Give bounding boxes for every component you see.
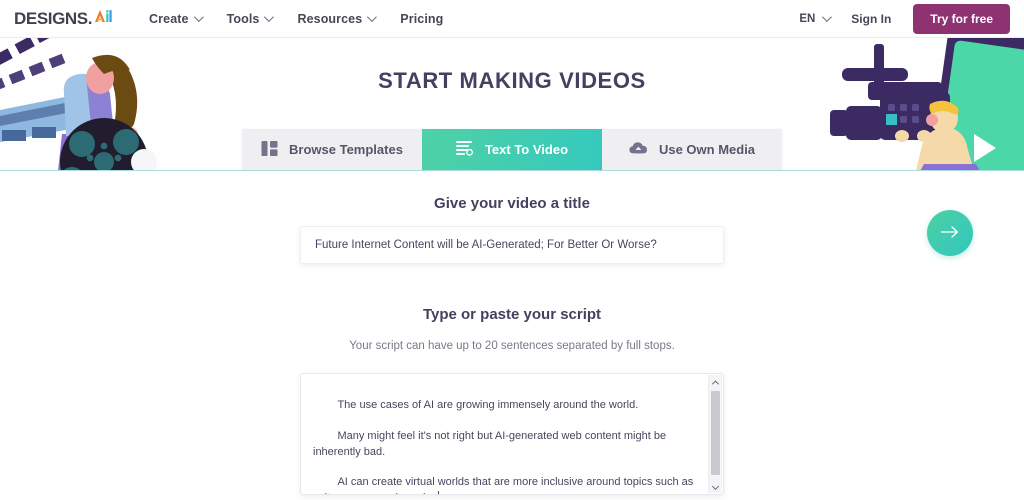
- script-line-3: AI can create virtual worlds that are mo…: [313, 476, 694, 494]
- nav-label-tools: Tools: [226, 11, 260, 26]
- tab-label-browse-templates: Browse Templates: [289, 142, 403, 157]
- video-title-field-wrap: [300, 226, 724, 264]
- tab-use-own-media[interactable]: Use Own Media: [602, 129, 782, 170]
- cloud-upload-icon: [629, 141, 648, 158]
- hero-illustration-right: [830, 38, 1024, 170]
- nav-item-tools[interactable]: Tools: [226, 11, 275, 26]
- page-title: START MAKING VIDEOS: [378, 68, 646, 93]
- nav-label-create: Create: [149, 11, 189, 26]
- chevron-down-icon: [193, 12, 204, 23]
- logo-text: DESIGNS.: [14, 9, 93, 28]
- video-title-input[interactable]: [300, 226, 724, 264]
- tab-text-to-video[interactable]: Text To Video: [422, 129, 602, 170]
- script-line-2: Many might feel it's not right but AI-ge…: [313, 430, 670, 458]
- tab-label-text-to-video: Text To Video: [484, 142, 569, 157]
- main-content: Give your video a title Type or paste yo…: [0, 195, 1024, 500]
- language-label: EN: [799, 12, 816, 25]
- logo-ai-mark: [93, 8, 113, 29]
- chevron-down-icon: [711, 482, 720, 490]
- script-text-content: The use cases of AI are growing immensel…: [313, 383, 699, 494]
- try-for-free-button[interactable]: Try for free: [913, 3, 1010, 34]
- hero-section: START MAKING VIDEOS Browse Templates Tex…: [0, 38, 1024, 171]
- chevron-up-icon: [711, 379, 720, 387]
- scrollbar-thumb[interactable]: [711, 391, 720, 475]
- script-helper-text: Your script can have up to 20 sentences …: [349, 340, 675, 352]
- site-header: DESIGNS. Create Tools Resources Pricing: [0, 0, 1024, 38]
- language-selector[interactable]: EN: [799, 12, 833, 25]
- main-nav: Create Tools Resources Pricing: [149, 12, 443, 26]
- tab-label-use-own-media: Use Own Media: [658, 142, 756, 157]
- text-lines-icon: [455, 140, 474, 159]
- video-title-heading: Give your video a title: [434, 195, 590, 212]
- arrow-right-icon: [940, 225, 960, 242]
- nav-item-pricing[interactable]: Pricing: [400, 12, 443, 26]
- chevron-down-icon: [822, 12, 833, 23]
- scroll-up-button[interactable]: [709, 375, 723, 389]
- scroll-down-button[interactable]: [709, 479, 723, 493]
- mode-tabs: Browse Templates Text To Video Use Own M…: [242, 129, 782, 170]
- script-heading: Type or paste your script: [422, 306, 602, 323]
- hero-illustration-left: [0, 38, 157, 170]
- next-step-button[interactable]: [927, 210, 973, 256]
- nav-item-resources[interactable]: Resources: [297, 11, 378, 26]
- script-field-wrap: The use cases of AI are growing immensel…: [300, 373, 724, 495]
- chevron-down-icon: [264, 12, 275, 23]
- nav-label-pricing: Pricing: [400, 11, 444, 26]
- script-line-1: The use cases of AI are growing immensel…: [337, 399, 639, 412]
- nav-label-resources: Resources: [297, 11, 363, 26]
- script-textarea[interactable]: The use cases of AI are growing immensel…: [300, 373, 724, 495]
- chevron-down-icon: [367, 12, 378, 23]
- sign-in-link[interactable]: Sign In: [851, 12, 891, 26]
- logo[interactable]: DESIGNS.: [14, 8, 113, 29]
- text-cursor: [437, 490, 439, 494]
- nav-item-create[interactable]: Create: [149, 11, 204, 26]
- tab-browse-templates[interactable]: Browse Templates: [242, 129, 422, 170]
- header-actions: EN Sign In Try for free: [799, 3, 1010, 34]
- script-scrollbar[interactable]: [708, 375, 722, 493]
- grid-icon: [261, 140, 278, 160]
